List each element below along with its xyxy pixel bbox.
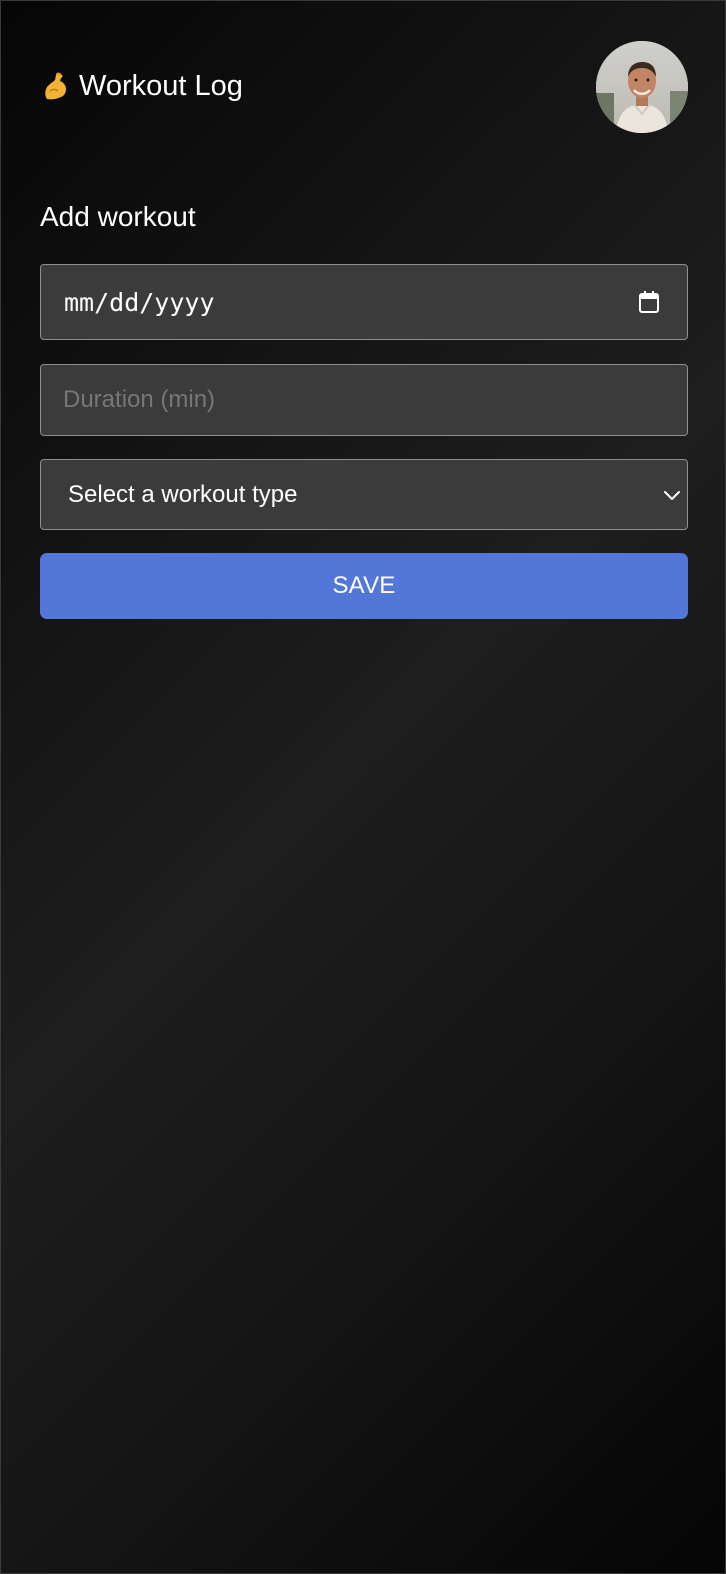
date-placeholder: mm/dd/yyyy [64, 288, 215, 317]
app-screen: Workout Log Add workout mm/dd/yyyy Durat… [0, 0, 726, 1574]
chevron-down-icon [664, 491, 680, 500]
save-button[interactable]: SAVE [40, 553, 688, 619]
section-title: Add workout [40, 201, 196, 232]
app-title-text: Workout Log [79, 70, 243, 102]
app-header: Workout Log [40, 41, 688, 133]
workout-type-selected: Select a workout type [68, 481, 298, 508]
duration-input[interactable] [41, 365, 687, 435]
workout-type-select[interactable]: Select a workout type [40, 459, 688, 530]
user-avatar-image [596, 41, 688, 133]
flexed-biceps-icon [45, 72, 66, 100]
app-title: Workout Log [40, 68, 243, 104]
date-input[interactable]: mm/dd/yyyy [40, 264, 688, 340]
avatar[interactable] [596, 41, 688, 133]
calendar-icon[interactable] [638, 290, 660, 314]
duration-field[interactable] [40, 364, 688, 436]
